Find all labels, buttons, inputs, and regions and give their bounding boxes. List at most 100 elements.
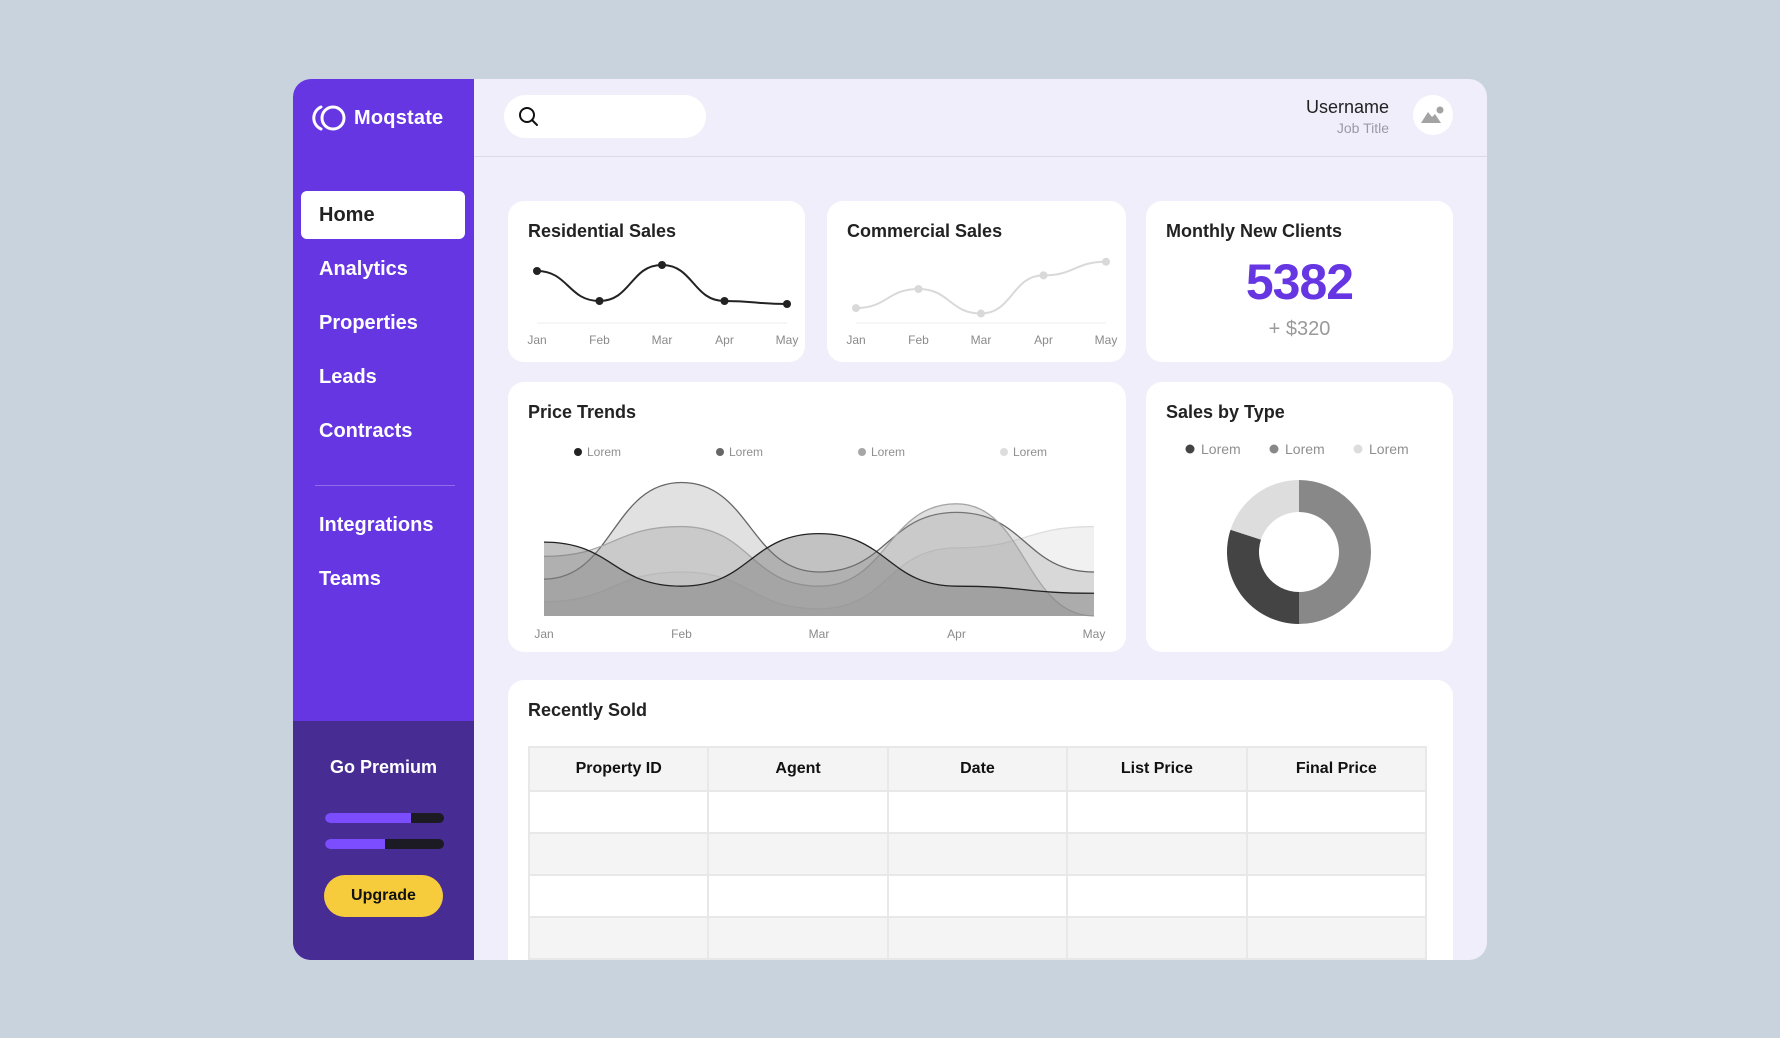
- card-title: Monthly New Clients: [1166, 221, 1343, 241]
- x-tick-label: Mar: [971, 333, 992, 347]
- column-header-date[interactable]: Date: [886, 746, 1069, 792]
- column-header-final-price[interactable]: Final Price: [1245, 746, 1428, 792]
- sidebar-item-contracts[interactable]: Contracts: [301, 407, 465, 455]
- table-cell: [1066, 790, 1248, 834]
- x-tick-label: Apr: [947, 627, 966, 641]
- table-row[interactable]: [527, 790, 1428, 834]
- premium-title: Go Premium: [329, 757, 438, 777]
- data-point: [1039, 271, 1048, 280]
- table-cell: [527, 916, 710, 960]
- header-divider: [474, 156, 1487, 157]
- table-cell: [1245, 790, 1428, 834]
- monthly-clients-card: Monthly New Clients 5382 + $320: [1146, 201, 1453, 362]
- legend-marker: [716, 448, 724, 456]
- column-header-property-id[interactable]: Property ID: [527, 746, 710, 792]
- sidebar-item-leads[interactable]: Leads: [301, 353, 465, 401]
- table-cell: [886, 874, 1069, 918]
- legend-label: Lorem: [729, 445, 763, 459]
- legend-marker: [1269, 444, 1279, 454]
- sidebar-item-integrations[interactable]: Integrations: [301, 501, 465, 549]
- avatar[interactable]: [1413, 95, 1453, 135]
- data-point: [658, 261, 666, 269]
- legend-label: Lorem: [1285, 441, 1325, 457]
- pie-slice: [1299, 480, 1371, 624]
- sidebar-item-home[interactable]: Home: [301, 191, 465, 239]
- premium-progress-bar-1: [325, 813, 444, 823]
- legend-label: Lorem: [1201, 441, 1241, 457]
- table-row[interactable]: [527, 916, 1428, 960]
- legend-label: Lorem: [587, 445, 621, 459]
- x-tick-label: Mar: [809, 627, 830, 641]
- card-title: Recently Sold: [528, 700, 648, 720]
- app-name: Moqstate: [354, 106, 444, 129]
- residential-sales-chart: Jan Feb Mar Apr May: [527, 261, 799, 347]
- residential-sales-card: Residential Sales Jan Feb Mar Apr May: [508, 201, 805, 362]
- pie-slice: [1230, 480, 1299, 540]
- table-cell: [527, 790, 710, 834]
- progress-fill: [325, 813, 411, 823]
- commercial-sales-card: Commercial Sales Jan Feb Mar Apr May: [827, 201, 1126, 362]
- table-row[interactable]: [527, 832, 1428, 876]
- x-tick-label: May: [776, 333, 799, 347]
- x-tick-label: Jan: [846, 333, 865, 347]
- user-info[interactable]: Username Job Title: [1306, 97, 1389, 136]
- table-cell: [886, 832, 1069, 876]
- x-tick-label: Feb: [589, 333, 610, 347]
- x-tick-label: Feb: [671, 627, 692, 641]
- premium-panel: Go Premium Upgrade: [293, 721, 474, 960]
- upgrade-button[interactable]: Upgrade: [324, 875, 443, 917]
- legend-label: Lorem: [1013, 445, 1047, 459]
- logo[interactable]: Moqstate: [312, 103, 443, 133]
- legend-marker: [1353, 444, 1363, 454]
- sidebar-item-teams[interactable]: Teams: [301, 555, 465, 603]
- sales-by-type-card: Sales by Type Lorem Lorem Lorem: [1146, 382, 1453, 652]
- table-cell: [1066, 874, 1248, 918]
- table-row[interactable]: [527, 874, 1428, 918]
- sidebar: Moqstate Home Analytics Properties Leads…: [293, 79, 474, 960]
- column-header-list-price[interactable]: List Price: [1066, 746, 1248, 792]
- x-tick-label: Feb: [908, 333, 929, 347]
- table-cell: [1066, 916, 1248, 960]
- table-cell: [886, 790, 1069, 834]
- search-bar[interactable]: [504, 95, 706, 138]
- table-cell: [527, 874, 710, 918]
- legend-marker: [858, 448, 866, 456]
- price-trends-chart: Lorem Lorem Lorem Lorem Jan Feb Mar Apr May: [534, 445, 1106, 641]
- search-icon: [519, 107, 538, 126]
- table-header-row: Property ID Agent Date List Price Final …: [527, 746, 1428, 792]
- legend-label: Lorem: [1369, 441, 1409, 457]
- legend-marker: [574, 448, 582, 456]
- series-line: [536, 263, 788, 305]
- clients-delta: + $320: [1268, 318, 1331, 340]
- search-input[interactable]: [548, 103, 696, 130]
- data-point: [720, 297, 729, 305]
- dashboard-window: Moqstate Home Analytics Properties Leads…: [293, 79, 1487, 960]
- table-cell: [527, 832, 710, 876]
- price-trends-card: Price Trends Lorem Lorem Lorem Lorem Jan Feb M…: [508, 382, 1126, 652]
- sidebar-item-properties[interactable]: Properties: [301, 299, 465, 347]
- table-cell: [707, 874, 889, 918]
- x-tick-label: Apr: [1034, 333, 1053, 347]
- data-point: [533, 267, 541, 275]
- x-tick-label: May: [1095, 333, 1118, 347]
- commercial-sales-chart: Jan Feb Mar Apr May: [846, 257, 1118, 347]
- legend-marker: [1000, 448, 1008, 456]
- clients-count: 5382: [1245, 254, 1354, 310]
- data-point: [595, 297, 604, 305]
- legend-marker: [1185, 444, 1195, 454]
- table-cell: [1245, 832, 1428, 876]
- x-tick-label: Apr: [715, 333, 734, 347]
- legend-label: Lorem: [871, 445, 905, 459]
- sidebar-item-analytics[interactable]: Analytics: [301, 245, 465, 293]
- table-cell: [707, 832, 889, 876]
- data-point: [783, 300, 791, 308]
- data-point: [1102, 257, 1110, 266]
- series-line: [855, 260, 1107, 315]
- username: Username: [1305, 97, 1389, 117]
- column-header-agent[interactable]: Agent: [707, 746, 889, 792]
- recently-sold-table: Property ID Agent Date List Price Final …: [527, 746, 1428, 960]
- x-tick-label: Jan: [534, 627, 553, 641]
- data-point: [852, 304, 860, 313]
- table-cell: [886, 916, 1069, 960]
- x-tick-label: May: [1083, 627, 1106, 641]
